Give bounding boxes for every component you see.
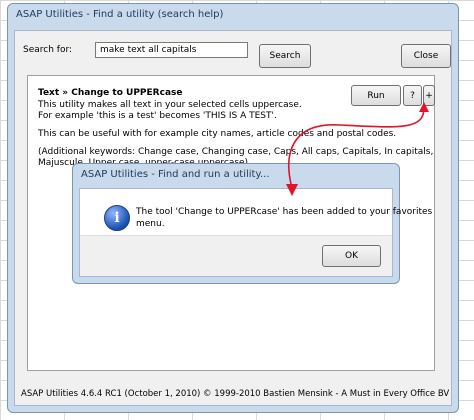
info-icon: i — [104, 205, 130, 231]
ok-button[interactable]: OK — [322, 245, 381, 267]
window-title: ASAP Utilities - Find a utility (search … — [16, 9, 224, 20]
dialog-title: ASAP Utilities - Find and run a utility.… — [81, 169, 270, 180]
confirmation-dialog: ASAP Utilities - Find and run a utility.… — [72, 163, 432, 284]
search-label: Search for: — [23, 45, 73, 55]
dialog-client-area: i The tool 'Change to UPPERcase' has bee… — [79, 188, 432, 277]
search-button[interactable]: Search — [259, 44, 311, 68]
result-useful-text: This can be useful with for example city… — [38, 129, 397, 139]
search-input[interactable]: make text all capitals — [95, 42, 248, 58]
close-button[interactable]: Close — [401, 44, 451, 68]
result-heading: Text » Change to UPPERcase — [38, 88, 183, 98]
dialog-message-line: The tool 'Change to UPPERcase' has been … — [136, 207, 433, 217]
run-button[interactable]: Run — [351, 85, 401, 106]
result-description-line: This utility makes all text in your sele… — [38, 100, 302, 110]
dialog-footer: OK — [80, 235, 392, 276]
status-text: ASAP Utilities 4.6.4 RC1 (October 1, 201… — [21, 389, 450, 399]
dialog-message-line: menu. — [136, 219, 165, 229]
add-to-favorites-button[interactable]: + — [423, 85, 435, 106]
result-description-line: For example 'this is a test' becomes 'TH… — [38, 111, 277, 121]
result-keywords-line: (Additional keywords: Change case, Chang… — [38, 147, 434, 157]
help-button[interactable]: ? — [403, 85, 422, 106]
